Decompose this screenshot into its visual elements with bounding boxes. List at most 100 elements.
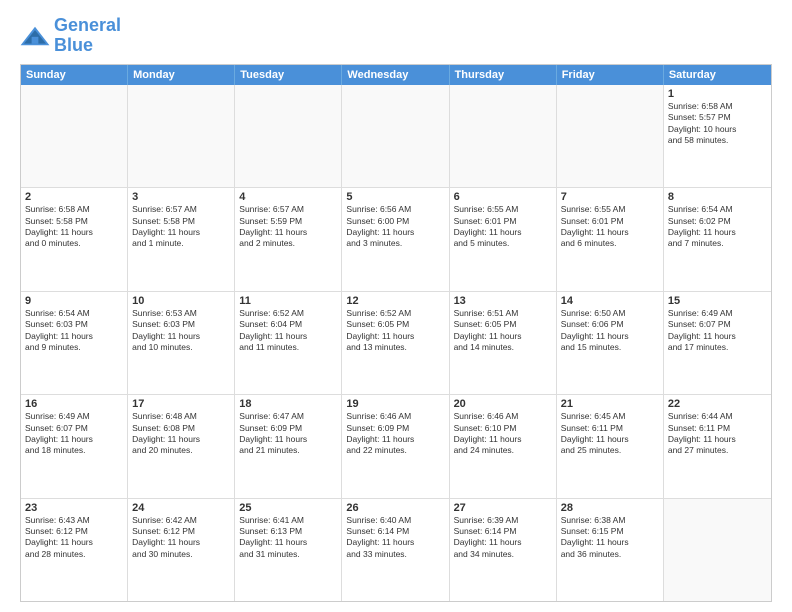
day-number: 10 bbox=[132, 295, 230, 307]
day-number: 22 bbox=[668, 398, 767, 410]
calendar-header: SundayMondayTuesdayWednesdayThursdayFrid… bbox=[21, 65, 771, 85]
day-info: Sunrise: 6:43 AM Sunset: 6:12 PM Dayligh… bbox=[25, 515, 123, 561]
day-cell-14: 14Sunrise: 6:50 AM Sunset: 6:06 PM Dayli… bbox=[557, 292, 664, 394]
day-info: Sunrise: 6:52 AM Sunset: 6:04 PM Dayligh… bbox=[239, 308, 337, 354]
day-number: 26 bbox=[346, 502, 444, 514]
day-cell-9: 9Sunrise: 6:54 AM Sunset: 6:03 PM Daylig… bbox=[21, 292, 128, 394]
day-number: 28 bbox=[561, 502, 659, 514]
day-number: 27 bbox=[454, 502, 552, 514]
logo-line1: General bbox=[54, 16, 121, 36]
day-info: Sunrise: 6:58 AM Sunset: 5:58 PM Dayligh… bbox=[25, 204, 123, 250]
day-number: 19 bbox=[346, 398, 444, 410]
day-info: Sunrise: 6:55 AM Sunset: 6:01 PM Dayligh… bbox=[561, 204, 659, 250]
day-cell-12: 12Sunrise: 6:52 AM Sunset: 6:05 PM Dayli… bbox=[342, 292, 449, 394]
day-number: 16 bbox=[25, 398, 123, 410]
weekday-header-saturday: Saturday bbox=[664, 65, 771, 85]
day-number: 25 bbox=[239, 502, 337, 514]
weekday-header-friday: Friday bbox=[557, 65, 664, 85]
day-info: Sunrise: 6:49 AM Sunset: 6:07 PM Dayligh… bbox=[668, 308, 767, 354]
day-info: Sunrise: 6:51 AM Sunset: 6:05 PM Dayligh… bbox=[454, 308, 552, 354]
day-cell-20: 20Sunrise: 6:46 AM Sunset: 6:10 PM Dayli… bbox=[450, 395, 557, 497]
logo-line2: Blue bbox=[54, 36, 121, 56]
day-cell-15: 15Sunrise: 6:49 AM Sunset: 6:07 PM Dayli… bbox=[664, 292, 771, 394]
day-info: Sunrise: 6:54 AM Sunset: 6:02 PM Dayligh… bbox=[668, 204, 767, 250]
day-number: 21 bbox=[561, 398, 659, 410]
day-info: Sunrise: 6:42 AM Sunset: 6:12 PM Dayligh… bbox=[132, 515, 230, 561]
day-cell-17: 17Sunrise: 6:48 AM Sunset: 6:08 PM Dayli… bbox=[128, 395, 235, 497]
day-number: 6 bbox=[454, 191, 552, 203]
day-cell-21: 21Sunrise: 6:45 AM Sunset: 6:11 PM Dayli… bbox=[557, 395, 664, 497]
day-info: Sunrise: 6:53 AM Sunset: 6:03 PM Dayligh… bbox=[132, 308, 230, 354]
day-cell-18: 18Sunrise: 6:47 AM Sunset: 6:09 PM Dayli… bbox=[235, 395, 342, 497]
day-cell-19: 19Sunrise: 6:46 AM Sunset: 6:09 PM Dayli… bbox=[342, 395, 449, 497]
empty-cell-0-3 bbox=[342, 85, 449, 187]
empty-cell-4-6 bbox=[664, 499, 771, 601]
day-info: Sunrise: 6:48 AM Sunset: 6:08 PM Dayligh… bbox=[132, 411, 230, 457]
calendar-row-0: 1Sunrise: 6:58 AM Sunset: 5:57 PM Daylig… bbox=[21, 85, 771, 188]
day-number: 18 bbox=[239, 398, 337, 410]
day-number: 23 bbox=[25, 502, 123, 514]
day-number: 8 bbox=[668, 191, 767, 203]
empty-cell-0-4 bbox=[450, 85, 557, 187]
day-info: Sunrise: 6:40 AM Sunset: 6:14 PM Dayligh… bbox=[346, 515, 444, 561]
day-cell-25: 25Sunrise: 6:41 AM Sunset: 6:13 PM Dayli… bbox=[235, 499, 342, 601]
day-number: 20 bbox=[454, 398, 552, 410]
day-info: Sunrise: 6:44 AM Sunset: 6:11 PM Dayligh… bbox=[668, 411, 767, 457]
empty-cell-0-2 bbox=[235, 85, 342, 187]
day-cell-5: 5Sunrise: 6:56 AM Sunset: 6:00 PM Daylig… bbox=[342, 188, 449, 290]
day-cell-3: 3Sunrise: 6:57 AM Sunset: 5:58 PM Daylig… bbox=[128, 188, 235, 290]
day-info: Sunrise: 6:46 AM Sunset: 6:10 PM Dayligh… bbox=[454, 411, 552, 457]
day-info: Sunrise: 6:57 AM Sunset: 5:59 PM Dayligh… bbox=[239, 204, 337, 250]
weekday-header-thursday: Thursday bbox=[450, 65, 557, 85]
weekday-header-wednesday: Wednesday bbox=[342, 65, 449, 85]
day-number: 5 bbox=[346, 191, 444, 203]
calendar-row-4: 23Sunrise: 6:43 AM Sunset: 6:12 PM Dayli… bbox=[21, 499, 771, 601]
day-number: 17 bbox=[132, 398, 230, 410]
empty-cell-0-0 bbox=[21, 85, 128, 187]
day-cell-7: 7Sunrise: 6:55 AM Sunset: 6:01 PM Daylig… bbox=[557, 188, 664, 290]
day-number: 13 bbox=[454, 295, 552, 307]
day-cell-13: 13Sunrise: 6:51 AM Sunset: 6:05 PM Dayli… bbox=[450, 292, 557, 394]
logo-icon bbox=[20, 25, 50, 47]
day-number: 7 bbox=[561, 191, 659, 203]
day-cell-16: 16Sunrise: 6:49 AM Sunset: 6:07 PM Dayli… bbox=[21, 395, 128, 497]
day-cell-27: 27Sunrise: 6:39 AM Sunset: 6:14 PM Dayli… bbox=[450, 499, 557, 601]
weekday-header-tuesday: Tuesday bbox=[235, 65, 342, 85]
logo: General Blue bbox=[20, 16, 121, 56]
day-info: Sunrise: 6:38 AM Sunset: 6:15 PM Dayligh… bbox=[561, 515, 659, 561]
day-number: 12 bbox=[346, 295, 444, 307]
weekday-header-monday: Monday bbox=[128, 65, 235, 85]
day-number: 1 bbox=[668, 88, 767, 100]
day-info: Sunrise: 6:58 AM Sunset: 5:57 PM Dayligh… bbox=[668, 101, 767, 147]
day-cell-1: 1Sunrise: 6:58 AM Sunset: 5:57 PM Daylig… bbox=[664, 85, 771, 187]
day-info: Sunrise: 6:45 AM Sunset: 6:11 PM Dayligh… bbox=[561, 411, 659, 457]
empty-cell-0-1 bbox=[128, 85, 235, 187]
calendar-row-1: 2Sunrise: 6:58 AM Sunset: 5:58 PM Daylig… bbox=[21, 188, 771, 291]
day-info: Sunrise: 6:41 AM Sunset: 6:13 PM Dayligh… bbox=[239, 515, 337, 561]
day-info: Sunrise: 6:56 AM Sunset: 6:00 PM Dayligh… bbox=[346, 204, 444, 250]
day-cell-4: 4Sunrise: 6:57 AM Sunset: 5:59 PM Daylig… bbox=[235, 188, 342, 290]
day-cell-22: 22Sunrise: 6:44 AM Sunset: 6:11 PM Dayli… bbox=[664, 395, 771, 497]
day-info: Sunrise: 6:49 AM Sunset: 6:07 PM Dayligh… bbox=[25, 411, 123, 457]
day-cell-10: 10Sunrise: 6:53 AM Sunset: 6:03 PM Dayli… bbox=[128, 292, 235, 394]
day-number: 3 bbox=[132, 191, 230, 203]
day-cell-6: 6Sunrise: 6:55 AM Sunset: 6:01 PM Daylig… bbox=[450, 188, 557, 290]
header: General Blue bbox=[20, 16, 772, 56]
day-info: Sunrise: 6:39 AM Sunset: 6:14 PM Dayligh… bbox=[454, 515, 552, 561]
day-cell-8: 8Sunrise: 6:54 AM Sunset: 6:02 PM Daylig… bbox=[664, 188, 771, 290]
page: General Blue SundayMondayTuesdayWednesda… bbox=[0, 0, 792, 612]
day-cell-26: 26Sunrise: 6:40 AM Sunset: 6:14 PM Dayli… bbox=[342, 499, 449, 601]
day-cell-23: 23Sunrise: 6:43 AM Sunset: 6:12 PM Dayli… bbox=[21, 499, 128, 601]
day-info: Sunrise: 6:57 AM Sunset: 5:58 PM Dayligh… bbox=[132, 204, 230, 250]
day-number: 9 bbox=[25, 295, 123, 307]
day-info: Sunrise: 6:47 AM Sunset: 6:09 PM Dayligh… bbox=[239, 411, 337, 457]
calendar-body: 1Sunrise: 6:58 AM Sunset: 5:57 PM Daylig… bbox=[21, 85, 771, 601]
calendar-row-2: 9Sunrise: 6:54 AM Sunset: 6:03 PM Daylig… bbox=[21, 292, 771, 395]
day-number: 11 bbox=[239, 295, 337, 307]
day-cell-24: 24Sunrise: 6:42 AM Sunset: 6:12 PM Dayli… bbox=[128, 499, 235, 601]
day-info: Sunrise: 6:54 AM Sunset: 6:03 PM Dayligh… bbox=[25, 308, 123, 354]
day-cell-28: 28Sunrise: 6:38 AM Sunset: 6:15 PM Dayli… bbox=[557, 499, 664, 601]
calendar: SundayMondayTuesdayWednesdayThursdayFrid… bbox=[20, 64, 772, 602]
day-cell-2: 2Sunrise: 6:58 AM Sunset: 5:58 PM Daylig… bbox=[21, 188, 128, 290]
calendar-row-3: 16Sunrise: 6:49 AM Sunset: 6:07 PM Dayli… bbox=[21, 395, 771, 498]
